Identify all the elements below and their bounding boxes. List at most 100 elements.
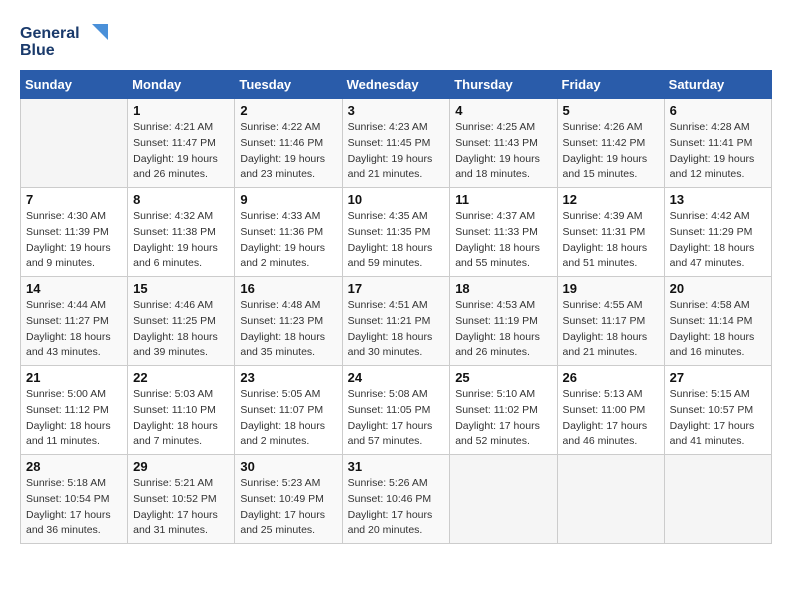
day-number: 14 [26,281,122,296]
logo-icon: GeneralBlue [20,20,110,60]
day-number: 11 [455,192,551,207]
calendar-cell [664,455,771,544]
day-info: Sunrise: 5:08 AMSunset: 11:05 PMDaylight… [348,387,445,450]
day-number: 17 [348,281,445,296]
weekday-header-thursday: Thursday [450,71,557,99]
day-info: Sunrise: 4:30 AMSunset: 11:39 PMDaylight… [26,209,122,272]
day-info: Sunrise: 4:53 AMSunset: 11:19 PMDaylight… [455,298,551,361]
calendar-cell: 30 Sunrise: 5:23 AMSunset: 10:49 PMDaylig… [235,455,342,544]
weekday-header-friday: Friday [557,71,664,99]
day-number: 5 [563,103,659,118]
day-number: 7 [26,192,122,207]
day-info: Sunrise: 5:15 AMSunset: 10:57 PMDaylight… [670,387,766,450]
day-number: 9 [240,192,336,207]
day-number: 20 [670,281,766,296]
day-info: Sunrise: 5:03 AMSunset: 11:10 PMDaylight… [133,387,229,450]
day-info: Sunrise: 4:46 AMSunset: 11:25 PMDaylight… [133,298,229,361]
day-number: 25 [455,370,551,385]
day-info: Sunrise: 4:33 AMSunset: 11:36 PMDaylight… [240,209,336,272]
day-number: 10 [348,192,445,207]
calendar-cell: 25 Sunrise: 5:10 AMSunset: 11:02 PMDaylig… [450,366,557,455]
day-info: Sunrise: 5:05 AMSunset: 11:07 PMDaylight… [240,387,336,450]
calendar-cell [21,99,128,188]
weekday-header-wednesday: Wednesday [342,71,450,99]
day-info: Sunrise: 4:58 AMSunset: 11:14 PMDaylight… [670,298,766,361]
calendar-table: SundayMondayTuesdayWednesdayThursdayFrid… [20,70,772,544]
day-number: 27 [670,370,766,385]
day-number: 1 [133,103,229,118]
weekday-header-sunday: Sunday [21,71,128,99]
day-info: Sunrise: 5:10 AMSunset: 11:02 PMDaylight… [455,387,551,450]
day-info: Sunrise: 4:26 AMSunset: 11:42 PMDaylight… [563,120,659,183]
day-number: 4 [455,103,551,118]
calendar-cell: 19 Sunrise: 4:55 AMSunset: 11:17 PMDaylig… [557,277,664,366]
day-number: 12 [563,192,659,207]
calendar-cell: 31Sunrise: 5:26 AMSunset: 10:46 PMDaylig… [342,455,450,544]
calendar-cell: 4 Sunrise: 4:25 AMSunset: 11:43 PMDayligh… [450,99,557,188]
day-info: Sunrise: 5:13 AMSunset: 11:00 PMDaylight… [563,387,659,450]
week-row-5: 28 Sunrise: 5:18 AMSunset: 10:54 PMDaylig… [21,455,772,544]
day-info: Sunrise: 4:39 AMSunset: 11:31 PMDaylight… [563,209,659,272]
day-number: 23 [240,370,336,385]
calendar-cell: 21 Sunrise: 5:00 AMSunset: 11:12 PMDaylig… [21,366,128,455]
day-number: 31 [348,459,445,474]
day-info: Sunrise: 4:37 AMSunset: 11:33 PMDaylight… [455,209,551,272]
calendar-cell: 15 Sunrise: 4:46 AMSunset: 11:25 PMDaylig… [128,277,235,366]
day-info: Sunrise: 5:00 AMSunset: 11:12 PMDaylight… [26,387,122,450]
calendar-cell: 5 Sunrise: 4:26 AMSunset: 11:42 PMDayligh… [557,99,664,188]
calendar-cell: 3 Sunrise: 4:23 AMSunset: 11:45 PMDayligh… [342,99,450,188]
calendar-cell [450,455,557,544]
day-number: 6 [670,103,766,118]
calendar-cell: 17Sunrise: 4:51 AMSunset: 11:21 PMDaylig… [342,277,450,366]
day-info: Sunrise: 5:21 AMSunset: 10:52 PMDaylight… [133,476,229,539]
day-info: Sunrise: 4:48 AMSunset: 11:23 PMDaylight… [240,298,336,361]
svg-text:General: General [20,25,80,42]
day-number: 21 [26,370,122,385]
calendar-cell: 22 Sunrise: 5:03 AMSunset: 11:10 PMDaylig… [128,366,235,455]
weekday-header-saturday: Saturday [664,71,771,99]
calendar-cell: 16Sunrise: 4:48 AMSunset: 11:23 PMDaylig… [235,277,342,366]
week-row-2: 7 Sunrise: 4:30 AMSunset: 11:39 PMDayligh… [21,188,772,277]
day-number: 24 [348,370,445,385]
day-number: 22 [133,370,229,385]
calendar-cell: 29Sunrise: 5:21 AMSunset: 10:52 PMDaylig… [128,455,235,544]
weekday-header-row: SundayMondayTuesdayWednesdayThursdayFrid… [21,71,772,99]
calendar-cell: 13Sunrise: 4:42 AMSunset: 11:29 PMDaylig… [664,188,771,277]
calendar-cell: 10 Sunrise: 4:35 AMSunset: 11:35 PMDaylig… [342,188,450,277]
day-info: Sunrise: 4:35 AMSunset: 11:35 PMDaylight… [348,209,445,272]
logo: GeneralBlue [20,20,110,60]
calendar-cell: 24 Sunrise: 5:08 AMSunset: 11:05 PMDaylig… [342,366,450,455]
day-number: 26 [563,370,659,385]
week-row-3: 14 Sunrise: 4:44 AMSunset: 11:27 PMDaylig… [21,277,772,366]
calendar-cell: 7 Sunrise: 4:30 AMSunset: 11:39 PMDayligh… [21,188,128,277]
calendar-cell: 2 Sunrise: 4:22 AMSunset: 11:46 PMDayligh… [235,99,342,188]
week-row-4: 21 Sunrise: 5:00 AMSunset: 11:12 PMDaylig… [21,366,772,455]
day-info: Sunrise: 5:18 AMSunset: 10:54 PMDaylight… [26,476,122,539]
day-info: Sunrise: 4:55 AMSunset: 11:17 PMDaylight… [563,298,659,361]
calendar-cell: 14 Sunrise: 4:44 AMSunset: 11:27 PMDaylig… [21,277,128,366]
day-number: 28 [26,459,122,474]
svg-text:Blue: Blue [20,42,55,59]
day-info: Sunrise: 4:23 AMSunset: 11:45 PMDaylight… [348,120,445,183]
day-info: Sunrise: 4:21 AMSunset: 11:47 PMDaylight… [133,120,229,183]
day-number: 19 [563,281,659,296]
day-number: 3 [348,103,445,118]
calendar-cell: 8 Sunrise: 4:32 AMSunset: 11:38 PMDayligh… [128,188,235,277]
day-info: Sunrise: 4:22 AMSunset: 11:46 PMDaylight… [240,120,336,183]
calendar-cell: 1 Sunrise: 4:21 AMSunset: 11:47 PMDayligh… [128,99,235,188]
calendar-cell: 26 Sunrise: 5:13 AMSunset: 11:00 PMDaylig… [557,366,664,455]
day-info: Sunrise: 4:25 AMSunset: 11:43 PMDaylight… [455,120,551,183]
day-number: 15 [133,281,229,296]
day-info: Sunrise: 4:44 AMSunset: 11:27 PMDaylight… [26,298,122,361]
day-info: Sunrise: 5:23 AMSunset: 10:49 PMDaylight… [240,476,336,539]
day-number: 8 [133,192,229,207]
day-info: Sunrise: 4:32 AMSunset: 11:38 PMDaylight… [133,209,229,272]
calendar-cell: 11 Sunrise: 4:37 AMSunset: 11:33 PMDaylig… [450,188,557,277]
calendar-cell: 9 Sunrise: 4:33 AMSunset: 11:36 PMDayligh… [235,188,342,277]
weekday-header-monday: Monday [128,71,235,99]
day-number: 2 [240,103,336,118]
calendar-cell: 12 Sunrise: 4:39 AMSunset: 11:31 PMDaylig… [557,188,664,277]
calendar-cell: 27 Sunrise: 5:15 AMSunset: 10:57 PMDaylig… [664,366,771,455]
day-number: 30 [240,459,336,474]
day-info: Sunrise: 4:28 AMSunset: 11:41 PMDaylight… [670,120,766,183]
